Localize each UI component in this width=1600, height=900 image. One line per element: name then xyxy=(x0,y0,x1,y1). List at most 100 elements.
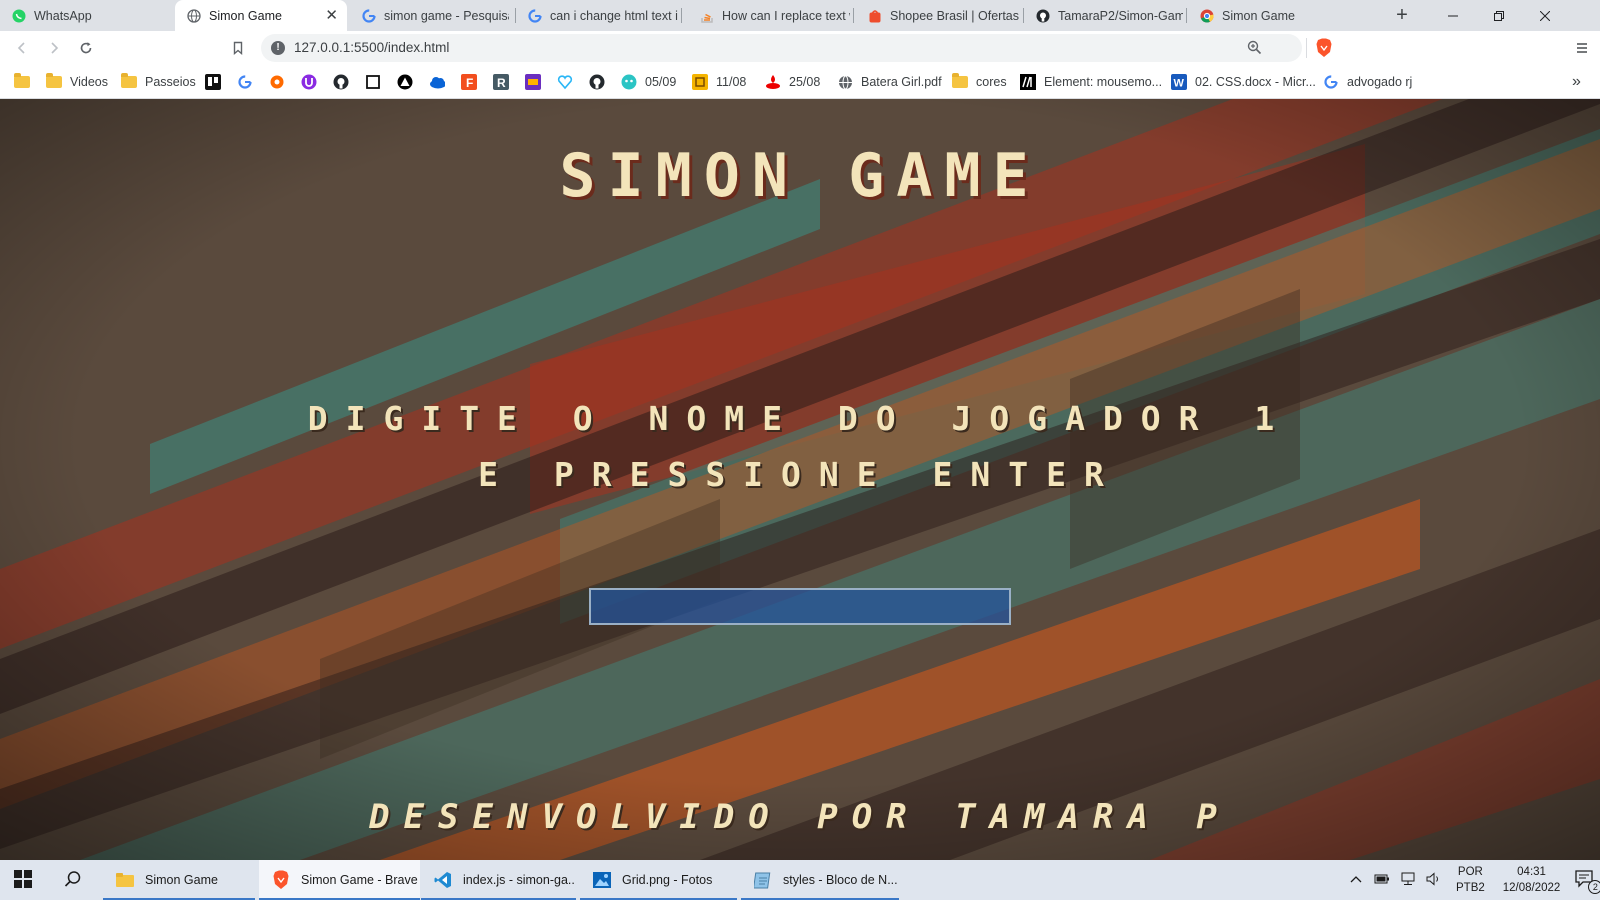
notepad-icon xyxy=(753,870,773,890)
bookmark-google[interactable] xyxy=(237,65,253,99)
taskbar-label: Grid.png - Fotos xyxy=(622,873,713,887)
bookmark-r[interactable]: R xyxy=(493,65,509,99)
reload-button[interactable] xyxy=(74,36,98,60)
taskbar-item-brave[interactable]: Simon Game - Brave xyxy=(259,860,420,900)
bookmark-label: Batera Girl.pdf xyxy=(861,75,942,89)
minimize-button[interactable] xyxy=(1430,0,1476,31)
triangle-icon xyxy=(397,74,413,90)
bookmark-element-mousemove[interactable]: Element: mousemo... xyxy=(1020,65,1162,99)
bookmark-label: cores xyxy=(976,75,1007,89)
bookmark-cloud[interactable] xyxy=(429,65,445,99)
search-button[interactable] xyxy=(50,860,96,900)
bookmark-advogado-rj[interactable]: advogado rj xyxy=(1323,65,1412,99)
santander-icon xyxy=(765,74,781,90)
notification-center-button[interactable]: 2 xyxy=(1574,869,1600,894)
purple-u-icon xyxy=(301,74,317,90)
taskbar-item-vscode[interactable]: index.js - simon-ga... xyxy=(421,860,576,900)
bookmark-label: Videos xyxy=(70,75,108,89)
tab-simon-game-2[interactable]: Simon Game xyxy=(1188,0,1350,31)
back-button[interactable] xyxy=(10,36,34,60)
bookmark-github[interactable] xyxy=(333,65,349,99)
bookmark-label: 25/08 xyxy=(789,75,821,89)
prompt-line-2: E PRESSIONE ENTER xyxy=(478,455,1122,494)
bookmark-heart[interactable] xyxy=(557,65,573,99)
taskbar-label: index.js - simon-ga... xyxy=(463,873,576,887)
new-tab-button[interactable]: + xyxy=(1390,4,1414,28)
taskbar-label: Simon Game xyxy=(145,873,218,887)
taskbar-item-photos[interactable]: Grid.png - Fotos xyxy=(580,860,737,900)
tab-separator xyxy=(1186,8,1187,23)
tab-simon-game[interactable]: Simon Game ✕ xyxy=(175,0,347,31)
bookmarks-overflow-button[interactable]: » xyxy=(1572,65,1581,99)
brave-lion-icon xyxy=(1316,38,1332,57)
menu-button[interactable] xyxy=(1570,36,1594,60)
trello-icon xyxy=(205,74,221,90)
bookmark-label: Passeios xyxy=(145,75,196,89)
tab-shopee[interactable]: Shopee Brasil | Ofertas in xyxy=(856,0,1023,31)
tab-title: simon game - Pesquisa G xyxy=(384,8,509,23)
bookmark-0509[interactable]: 05/09 xyxy=(621,65,676,99)
forward-button[interactable] xyxy=(42,36,66,60)
google-icon xyxy=(1323,74,1339,90)
tab-replace-text[interactable]: How can I replace text wi xyxy=(688,0,853,31)
minimize-icon xyxy=(1448,15,1458,16)
taskbar-label: Simon Game - Brave xyxy=(301,873,418,887)
bookmark-videos[interactable]: Videos xyxy=(46,65,108,99)
folder-icon xyxy=(121,73,137,90)
bookmark-passeios[interactable]: Passeios xyxy=(121,65,196,99)
keyboard-layout: PTB2 xyxy=(1456,882,1485,894)
tab-change-html-text[interactable]: can i change html text in xyxy=(516,0,681,31)
bookmark-trello[interactable] xyxy=(205,65,221,99)
bookmark-1108[interactable]: 11/08 xyxy=(692,65,746,99)
tab-github-repo[interactable]: TamaraP2/Simon-Game: xyxy=(1024,0,1186,31)
tab-whatsapp[interactable]: WhatsApp xyxy=(0,0,173,31)
bookmark-label: Element: mousemo... xyxy=(1044,75,1163,89)
player-name-input[interactable] xyxy=(589,588,1011,625)
bookmark-red-f[interactable]: F xyxy=(461,65,477,99)
bookmark-folder[interactable] xyxy=(14,65,30,99)
info-icon[interactable]: ! xyxy=(271,41,285,55)
tab-title: Shopee Brasil | Ofertas in xyxy=(890,8,1020,23)
network-icon[interactable] xyxy=(1400,872,1416,889)
taskbar-item-explorer[interactable]: Simon Game xyxy=(103,860,255,900)
bookmark-github-2[interactable] xyxy=(589,65,605,99)
bookmark-triangle[interactable] xyxy=(397,65,413,99)
yellow-box-icon xyxy=(692,74,708,90)
bookmark-purple-u[interactable] xyxy=(301,65,317,99)
browser-toolbar: ! 127.0.0.1:5500/index.html xyxy=(0,31,1600,65)
battery-icon[interactable] xyxy=(1374,873,1390,888)
brave-shields-button[interactable] xyxy=(1312,36,1336,60)
restore-button[interactable] xyxy=(1476,0,1522,31)
tab-title: Simon Game xyxy=(1222,8,1295,23)
address-bar[interactable]: ! 127.0.0.1:5500/index.html xyxy=(261,34,1302,62)
bookmark-label: 02. CSS.docx - Micr... xyxy=(1195,75,1316,89)
close-icon[interactable]: ✕ xyxy=(325,8,338,23)
reload-icon xyxy=(80,42,92,54)
start-button[interactable] xyxy=(0,860,48,900)
clock[interactable]: 04:31 12/08/2022 xyxy=(1503,864,1561,896)
bookmark-batera-girl[interactable]: Batera Girl.pdf xyxy=(837,65,942,99)
bookmark-icon xyxy=(233,41,243,55)
tab-title: TamaraP2/Simon-Game: xyxy=(1058,8,1183,23)
bookmark-css-docx[interactable]: W 02. CSS.docx - Micr... xyxy=(1171,65,1316,99)
purple-box-icon xyxy=(525,74,541,90)
chevron-up-icon[interactable] xyxy=(1350,874,1362,886)
language-indicator[interactable]: POR PTB2 xyxy=(1456,864,1485,896)
close-window-button[interactable] xyxy=(1522,0,1568,31)
bookmark-cores[interactable]: cores xyxy=(952,65,1007,99)
google-icon xyxy=(237,74,253,90)
prompt-line-1: DIGITE O NOME DO JOGADOR 1 xyxy=(307,399,1293,438)
bookmark-orange-gear[interactable] xyxy=(269,65,285,99)
folder-icon xyxy=(952,73,968,90)
bookmark-square[interactable] xyxy=(365,65,381,99)
volume-icon[interactable] xyxy=(1426,871,1442,889)
svg-text:W: W xyxy=(1174,78,1185,90)
url-text[interactable]: 127.0.0.1:5500/index.html xyxy=(294,40,449,55)
taskbar-item-notepad[interactable]: styles - Bloco de N... xyxy=(741,860,899,900)
tab-simon-game-search[interactable]: simon game - Pesquisa G xyxy=(350,0,515,31)
bookmark-page-button[interactable] xyxy=(226,36,250,60)
tab-title: How can I replace text wi xyxy=(722,8,850,23)
bookmark-2508[interactable]: 25/08 xyxy=(765,65,820,99)
zoom-icon[interactable] xyxy=(1247,40,1262,60)
bookmark-purple-box[interactable] xyxy=(525,65,541,99)
